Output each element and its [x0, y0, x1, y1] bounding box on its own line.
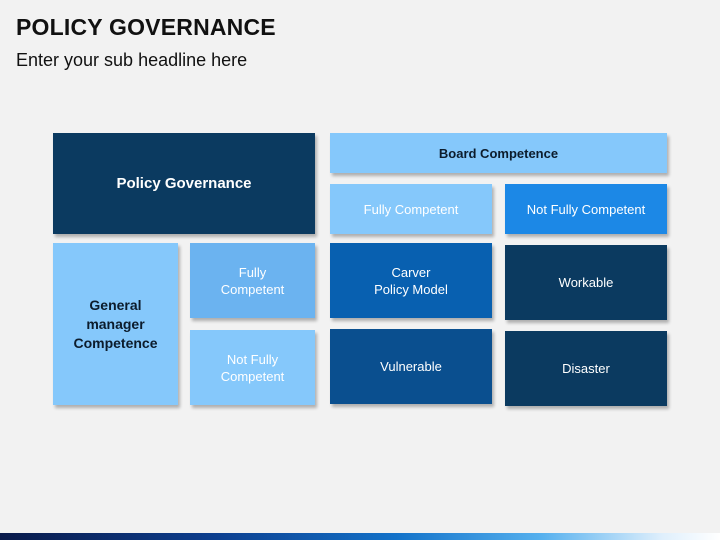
row-label-not-fully-competent: Not Fully Competent: [190, 330, 315, 405]
column-label-not-fully-competent: Not Fully Competent: [505, 184, 667, 234]
cell-disaster: Disaster: [505, 331, 667, 406]
column-label-fully-competent: Fully Competent: [330, 184, 492, 234]
cell-carver-policy-model: Carver Policy Model: [330, 243, 492, 318]
page-subtitle: Enter your sub headline here: [16, 50, 248, 70]
corner-label: Policy Governance: [53, 133, 315, 234]
column-header: Board Competence: [330, 133, 667, 173]
bottom-gradient-bar: [0, 533, 720, 540]
page-title: POLICY GOVERNANCE: [16, 14, 276, 40]
cell-vulnerable: Vulnerable: [330, 329, 492, 404]
cell-workable: Workable: [505, 245, 667, 320]
row-label-fully-competent: Fully Competent: [190, 243, 315, 318]
row-header: General manager Competence: [53, 243, 178, 405]
